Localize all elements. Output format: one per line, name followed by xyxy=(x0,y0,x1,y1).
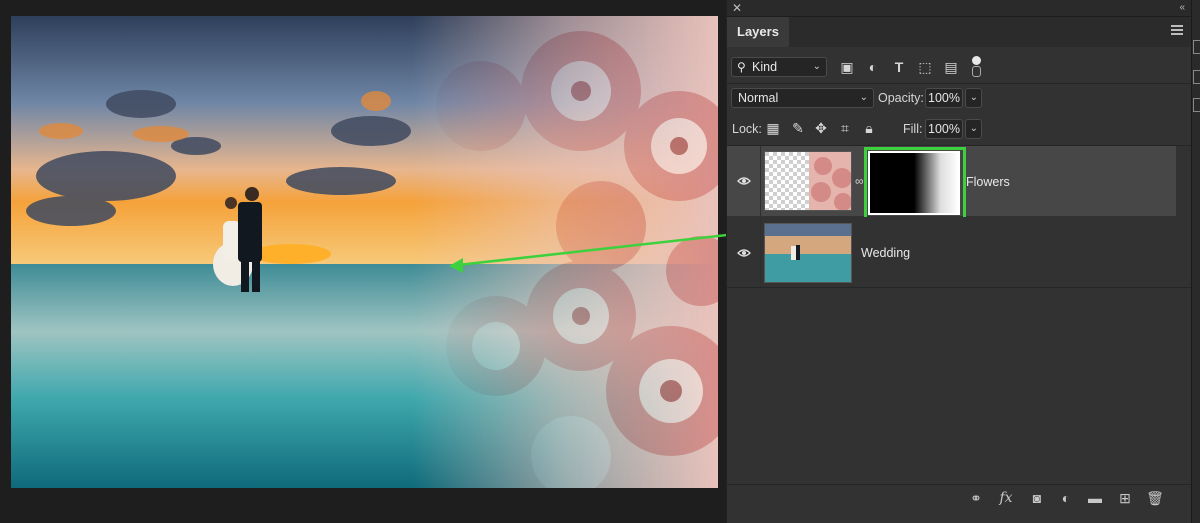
panel-title-bar: ✕ « xyxy=(727,0,1191,17)
chevron-down-icon: ⌄ xyxy=(859,92,868,103)
filter-shape-icon[interactable]: ⬚ xyxy=(917,59,933,75)
layer-row-wedding[interactable]: Wedding xyxy=(727,217,1176,287)
layer-name-wedding[interactable]: Wedding xyxy=(861,246,910,260)
layer-thumbnail-wedding[interactable] xyxy=(764,223,852,283)
collapse-icon[interactable]: « xyxy=(1179,0,1185,16)
fill-value: 100% xyxy=(928,122,960,136)
panel-tab-bar: Layers xyxy=(727,17,1191,47)
lock-transparent-icon[interactable]: ▦ xyxy=(765,120,781,136)
row-divider xyxy=(760,146,761,216)
adjustments-icon[interactable] xyxy=(1193,70,1200,84)
search-icon: ⚲ xyxy=(737,60,746,74)
visibility-eye-icon[interactable] xyxy=(737,248,751,258)
link-layers-icon[interactable]: ⚭ xyxy=(967,489,985,507)
layer-row-flowers[interactable]: ∞ Flowers xyxy=(727,146,1176,220)
filter-toggle-icon[interactable] xyxy=(972,56,982,77)
layer-thumbnail-flowers[interactable] xyxy=(764,151,852,211)
row-divider xyxy=(760,217,761,287)
new-layer-icon[interactable]: ⊞ xyxy=(1116,489,1134,507)
chain-link-icon[interactable]: ∞ xyxy=(855,174,864,188)
lock-position-icon[interactable]: ✥ xyxy=(813,120,829,136)
libraries-icon[interactable] xyxy=(1193,98,1200,112)
layers-panel: ✕ « Layers ⚲ Kind ⌄ ▣ ◐ T ⬚ ▤ Normal ⌄ O… xyxy=(726,0,1191,523)
panel-menu-icon[interactable] xyxy=(1171,25,1183,35)
layer-name-flowers[interactable]: Flowers xyxy=(966,175,1010,189)
fx-icon[interactable]: fx xyxy=(997,489,1015,507)
chevron-down-icon: ⌄ xyxy=(969,123,978,134)
side-toolbar-strip xyxy=(1191,0,1200,523)
opacity-input[interactable]: 100% xyxy=(925,88,963,108)
fill-dropdown[interactable]: ⌄ xyxy=(965,119,982,139)
add-mask-icon[interactable]: ◙ xyxy=(1028,489,1046,507)
trash-icon[interactable]: 🗑︎ xyxy=(1146,489,1164,507)
blend-mode-select[interactable]: Normal ⌄ xyxy=(731,88,874,108)
adjustment-layer-icon[interactable]: ◐ xyxy=(1057,489,1075,507)
opacity-dropdown[interactable]: ⌄ xyxy=(965,88,982,108)
layer-mask-thumbnail[interactable] xyxy=(868,151,960,215)
filter-kind-select[interactable]: ⚲ Kind ⌄ xyxy=(731,57,827,77)
properties-icon[interactable] xyxy=(1193,40,1200,54)
lock-all-icon[interactable]: 🔒︎ xyxy=(861,120,877,136)
opacity-value: 100% xyxy=(928,91,960,105)
fill-label: Fill: xyxy=(903,122,923,136)
folder-icon[interactable]: ▬ xyxy=(1086,489,1104,507)
blend-mode-value: Normal xyxy=(738,91,779,105)
chevron-down-icon: ⌄ xyxy=(812,61,821,72)
filter-type-icon[interactable]: T xyxy=(891,59,907,75)
filter-smart-object-icon[interactable]: ▤ xyxy=(943,59,959,75)
tab-layers[interactable]: Layers xyxy=(727,17,789,47)
close-icon[interactable]: ✕ xyxy=(732,0,742,16)
filter-kind-value: Kind xyxy=(752,60,778,74)
lock-artboard-icon[interactable]: ⌗ xyxy=(837,120,853,136)
filter-pixel-icon[interactable]: ▣ xyxy=(839,59,855,75)
fill-input[interactable]: 100% xyxy=(925,119,963,139)
lock-label: Lock: xyxy=(732,122,762,136)
lock-brush-icon[interactable]: ✎ xyxy=(790,120,806,136)
opacity-label: Opacity: xyxy=(878,91,924,105)
layers-bottom-toolbar: ⚭ fx ◙ ◐ ▬ ⊞ 🗑︎ xyxy=(727,484,1191,511)
chevron-down-icon: ⌄ xyxy=(969,92,978,103)
filter-adjustment-icon[interactable]: ◐ xyxy=(865,59,881,75)
visibility-eye-icon[interactable] xyxy=(737,176,751,186)
